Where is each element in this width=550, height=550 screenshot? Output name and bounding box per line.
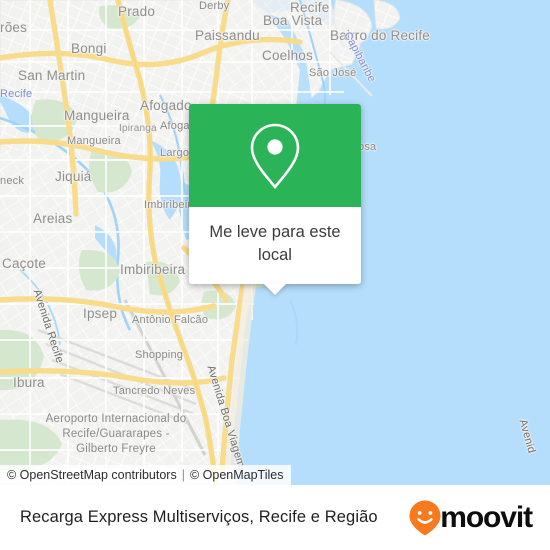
popup-header [189, 104, 361, 207]
place-title: Recarga Express Multiserviços, Recife e … [20, 508, 378, 526]
map-attribution-bar: © OpenStreetMap contributors | © OpenMap… [0, 465, 292, 485]
map-pin-icon [250, 123, 300, 189]
moovit-wordmark: moovit [440, 500, 533, 534]
destination-popup-card[interactable]: Me leve para este local [189, 104, 361, 295]
footer-bar: Recarga Express Multiserviços, Recife e … [0, 485, 550, 550]
map-canvas[interactable]: Prado Derby Boa Vista Recife Bairro do Recif… [0, 0, 550, 485]
popup-message: Me leve para este local [189, 207, 361, 284]
moovit-logo[interactable]: moovit [408, 499, 533, 537]
popup-tail-arrow [263, 283, 287, 295]
moovit-smiley-pin-icon [409, 500, 441, 535]
attribution-osm[interactable]: © OpenStreetMap contributors [7, 468, 177, 482]
attribution-openmaptiles[interactable]: © OpenMapTiles [190, 468, 284, 482]
attribution-separator: | [181, 468, 185, 482]
moovit-map-screen: Prado Derby Boa Vista Recife Bairro do Recif… [0, 0, 550, 550]
